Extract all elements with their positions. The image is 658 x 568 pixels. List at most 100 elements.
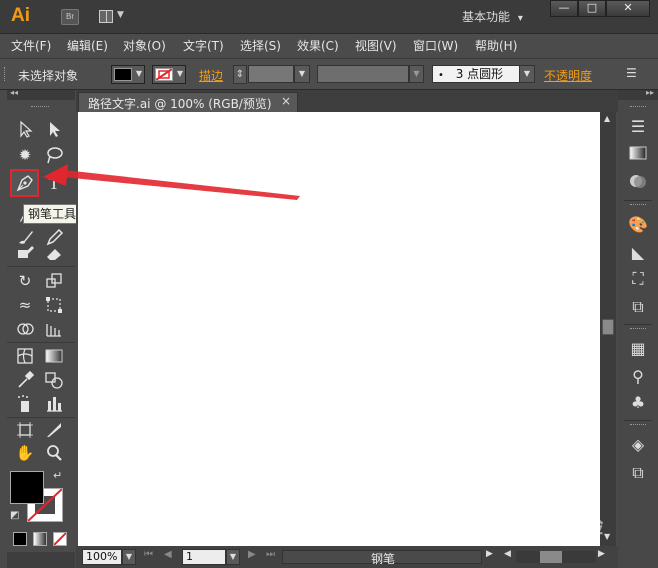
menu-file[interactable]: 文件(F) — [11, 37, 51, 54]
color-guide-icon[interactable]: 🎨 — [626, 214, 650, 236]
next-artboard-icon[interactable]: ▶ — [248, 549, 256, 560]
free-transform-tool-icon[interactable] — [43, 294, 65, 316]
blend-tool-icon[interactable] — [43, 369, 65, 391]
column-graph-tool-icon[interactable] — [43, 393, 65, 415]
zoom-field[interactable]: 100% — [82, 549, 122, 565]
stroke-color-dropdown[interactable]: ▼ — [152, 65, 186, 84]
lasso-tool-icon[interactable] — [43, 144, 65, 166]
swap-fill-stroke-icon[interactable]: ↵ — [53, 469, 62, 482]
close-tab-icon[interactable]: × — [281, 94, 291, 108]
gradient-panel-icon[interactable] — [626, 145, 650, 167]
minimize-button[interactable]: — — [550, 0, 578, 17]
h-scroll-thumb[interactable] — [540, 551, 562, 563]
pathfinder-panel-icon[interactable]: ⧉ — [626, 296, 650, 318]
scroll-left-icon[interactable]: ◀ — [504, 549, 511, 559]
canvas[interactable] — [78, 112, 600, 546]
stroke-panel-icon[interactable]: ☰ — [626, 116, 650, 138]
hand-tool-icon[interactable]: ✋ — [14, 442, 36, 464]
zoom-tool-icon[interactable] — [43, 442, 65, 464]
profile-dropdown[interactable]: ▼ — [409, 65, 424, 83]
appearance-panel-icon[interactable]: ◣ — [626, 242, 650, 264]
artboard-dropdown[interactable]: ▼ — [226, 549, 240, 565]
fill-color-swatch-front[interactable] — [10, 471, 44, 504]
fill-color-dropdown[interactable]: ▼ — [111, 65, 145, 84]
align-panel-icon[interactable]: ⛶ — [626, 268, 650, 290]
last-artboard-icon[interactable]: ⏭ — [266, 549, 275, 560]
status-menu-arrow-icon[interactable]: ▶ — [486, 549, 493, 559]
color-mode-icon[interactable] — [13, 532, 27, 546]
perspective-grid-tool-icon[interactable] — [43, 318, 65, 340]
gradient-mode-icon[interactable] — [33, 532, 47, 546]
direct-selection-tool-icon[interactable] — [43, 118, 65, 140]
menu-select[interactable]: 选择(S) — [240, 37, 281, 54]
shape-builder-tool-icon[interactable] — [14, 318, 36, 340]
workspace-switcher[interactable]: 基本功能 ▾ — [462, 8, 523, 25]
expand-panels-icon[interactable]: ▸▸ — [646, 88, 654, 97]
default-fill-stroke-icon[interactable]: ◩ — [10, 510, 19, 521]
status-display[interactable]: 钢笔 — [282, 550, 482, 566]
collapse-icon[interactable]: ◂◂ — [10, 88, 18, 97]
scroll-down-icon[interactable]: ▼ — [604, 532, 610, 541]
arrange-documents-button[interactable]: ▼ — [99, 8, 127, 26]
symbol-sprayer-tool-icon[interactable] — [14, 393, 36, 415]
gradient-tool-icon[interactable] — [43, 345, 65, 367]
artboard-number-field[interactable]: 1 — [182, 549, 226, 565]
menu-effect[interactable]: 效果(C) — [297, 37, 339, 54]
divider — [624, 420, 652, 421]
rotate-tool-icon[interactable]: ↻ — [14, 270, 36, 292]
layers-panel-icon[interactable]: ◈ — [626, 434, 650, 456]
bridge-button[interactable]: Br — [61, 9, 79, 25]
mesh-tool-icon[interactable] — [14, 345, 36, 367]
artboard-tool-icon[interactable] — [14, 419, 36, 441]
menu-help[interactable]: 帮助(H) — [475, 37, 517, 54]
scale-tool-icon[interactable] — [43, 270, 65, 292]
menu-edit[interactable]: 编辑(E) — [67, 37, 108, 54]
stroke-weight-spinner[interactable]: ⇕ — [233, 65, 247, 84]
panel-dock-header: ▸▸ — [618, 88, 658, 100]
width-tool-icon[interactable]: ≈ — [14, 294, 36, 316]
document-tab[interactable]: 路径文字.ai @ 100% (RGB/预览) × — [78, 92, 298, 112]
stroke-weight-input[interactable] — [248, 65, 294, 83]
selection-tool-icon[interactable] — [14, 118, 36, 140]
artboards-panel-icon[interactable]: ⧉ — [626, 462, 650, 484]
scroll-right-icon[interactable]: ▶ — [598, 549, 605, 559]
transparency-panel-icon[interactable] — [626, 172, 650, 194]
opacity-label-link[interactable]: 不透明度 — [544, 67, 592, 84]
slice-tool-icon[interactable] — [43, 419, 65, 441]
horizontal-scrollbar[interactable] — [516, 551, 596, 563]
pen-tool-icon[interactable] — [14, 172, 36, 194]
eraser-tool-icon[interactable] — [43, 242, 65, 264]
close-button[interactable]: ✕ — [606, 0, 650, 17]
brushes-panel-icon[interactable]: ⚲ — [626, 366, 650, 388]
menu-window[interactable]: 窗口(W) — [413, 37, 458, 54]
maximize-button[interactable]: □ — [578, 0, 606, 17]
scroll-up-icon[interactable]: ▲ — [604, 114, 610, 123]
zoom-dropdown[interactable]: ▼ — [122, 549, 136, 565]
chevron-down-icon: ▼ — [176, 69, 183, 78]
swatches-panel-icon[interactable]: ▦ — [626, 338, 650, 360]
brush-definition-dropdown[interactable]: • 3 点圆形 — [432, 65, 520, 83]
blob-brush-tool-icon[interactable] — [14, 242, 36, 264]
tools-panel-header: ◂◂ — [7, 88, 75, 100]
stroke-label-link[interactable]: 描边 — [199, 67, 223, 84]
menu-type[interactable]: 文字(T) — [183, 37, 224, 54]
scroll-thumb[interactable] — [602, 319, 614, 335]
eyedropper-tool-icon[interactable] — [14, 369, 36, 391]
none-mode-icon[interactable] — [53, 532, 67, 546]
prev-artboard-icon[interactable]: ◀ — [164, 549, 172, 560]
control-bar: 未选择对象 ▼ ▼ 描边 ⇕ ▼ ▼ • 3 点圆形 ▼ 不透明度 ☰ — [0, 58, 658, 90]
vertical-scrollbar[interactable]: ▲ ▼ — [600, 112, 616, 546]
brush-label: 3 点圆形 — [455, 67, 504, 81]
menu-object[interactable]: 对象(O) — [123, 37, 166, 54]
type-tool-icon[interactable]: T — [43, 172, 65, 194]
variable-width-profile[interactable] — [317, 65, 409, 83]
chevron-down-icon: ▼ — [135, 69, 142, 78]
first-artboard-icon[interactable]: ⏮ — [144, 549, 153, 560]
panel-dock: ▸▸ ☰ 🎨 ◣ ⛶ ⧉ ▦ ⚲ ♣ ◈ ⧉ — [618, 88, 658, 568]
stroke-weight-dropdown[interactable]: ▼ — [294, 65, 310, 83]
control-panel-menu-icon[interactable]: ☰ — [626, 66, 637, 80]
symbols-panel-icon[interactable]: ♣ — [626, 392, 650, 414]
menu-view[interactable]: 视图(V) — [355, 37, 397, 54]
magic-wand-tool-icon[interactable]: ✹ — [14, 144, 36, 166]
brush-dropdown[interactable]: ▼ — [519, 65, 535, 83]
